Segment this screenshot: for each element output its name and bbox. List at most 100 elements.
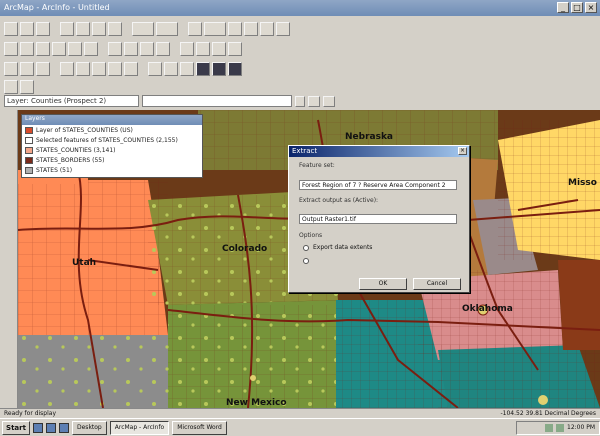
quicklaunch-desktop-icon[interactable] [59,422,69,433]
feature-set-select[interactable]: Forest Region of 7 ? Reserve Area Compon… [299,180,457,190]
buffer-icon[interactable] [124,62,138,76]
map-label-new-mexico: New Mexico [226,398,287,408]
rectangle-icon[interactable] [212,42,226,56]
identify-icon[interactable] [124,42,138,56]
map-label-utah: Utah [72,258,97,268]
layer-swatch [25,166,33,174]
overview-icon[interactable] [20,80,34,94]
python-icon[interactable] [260,22,274,36]
minimize-button[interactable]: _ [557,2,569,13]
task-button-word[interactable]: Microsoft Word [172,420,227,435]
new-icon[interactable] [4,22,18,36]
zoom-in-icon[interactable] [4,42,18,56]
window-title: ArcMap - ArcInfo - Untitled [4,3,110,12]
clear-icon[interactable] [323,95,335,107]
rotate-icon[interactable] [60,62,74,76]
merge-icon[interactable] [108,62,122,76]
attribute-icon[interactable] [148,62,162,76]
radio-icon [303,258,309,264]
editor-icon[interactable] [228,22,242,36]
redo-icon[interactable] [156,22,178,36]
layer-swatch [25,146,33,154]
map-label-colorado: Colorado [222,244,268,254]
maximize-button[interactable]: □ [571,2,583,13]
select-icon[interactable] [108,42,122,56]
pan-icon[interactable] [36,42,50,56]
map-label-oklahoma: Oklahoma [462,304,513,314]
split-icon[interactable] [92,62,106,76]
layer-swatch [25,126,33,134]
undo-icon[interactable] [132,22,154,36]
radio-icon [303,244,309,251]
refresh-icon[interactable] [4,80,18,94]
add-data-icon[interactable] [188,22,202,36]
task-button-desktop[interactable]: Desktop [72,420,107,435]
quicklaunch-outlook-icon[interactable] [46,422,56,433]
text-icon[interactable] [196,42,210,56]
options-label: Options [299,232,323,239]
volume-icon[interactable] [545,423,553,432]
back-icon[interactable] [68,42,82,56]
draw-icon[interactable] [180,42,194,56]
layer-label: STATES_BORDERS (55) [36,156,105,164]
edit-tool-icon[interactable] [4,62,18,76]
layer-item[interactable]: Selected features of STATES_COUNTIES (2,… [22,135,202,145]
layer-item[interactable]: STATES_COUNTIES (3,141) [22,145,202,155]
input-label: Feature set: [299,162,335,169]
toolbar-standard [0,20,600,38]
clock: 12:00 PM [567,424,595,431]
toolbox-icon[interactable] [244,22,258,36]
radio-export-extents[interactable]: Export data extents [303,244,372,251]
measure-icon[interactable] [156,42,170,56]
zoom-out-icon[interactable] [20,42,34,56]
dialog-title: Extract [289,146,469,157]
cancel-button[interactable]: Cancel [413,278,461,290]
radio-label: Export data extents [313,244,373,251]
dropdown-arrow-icon[interactable] [295,95,305,107]
3d-icon[interactable] [212,62,226,76]
find-icon[interactable] [140,42,154,56]
map-label-nebraska: Nebraska [345,132,394,142]
status-bar: Ready for display -104.52 39.81 Decimal … [0,408,600,418]
toolbar-tools [0,40,600,58]
network-icon[interactable] [556,423,564,432]
layer-item[interactable]: STATES (51) [22,165,202,175]
radio-option-2[interactable] [303,258,313,264]
output-field[interactable]: Output Raster1.tif [299,214,457,224]
ok-button[interactable]: OK [359,278,407,290]
task-button-arcmap[interactable]: ArcMap - ArcInfo [109,420,170,435]
layer-label: STATES (51) [36,166,73,174]
line-icon[interactable] [228,42,242,56]
save-icon[interactable] [36,22,50,36]
paste-icon[interactable] [108,22,122,36]
layer-label: STATES_COUNTIES (3,141) [36,146,116,154]
raster-icon[interactable] [196,62,210,76]
vertical-toolbar [0,110,18,408]
forward-icon[interactable] [84,42,98,56]
open-icon[interactable] [20,22,34,36]
snap-icon[interactable] [76,62,90,76]
layout-icon[interactable] [180,62,194,76]
layer-selector-combo[interactable]: Layer: Counties (Prospect 2) [4,95,139,107]
close-button[interactable]: × [585,2,597,13]
map-label-missouri: Misso [568,178,597,188]
dialog-close-button[interactable]: × [458,147,467,155]
output-label: Extract output as (Active): [299,197,379,204]
start-button[interactable]: Start [2,420,30,435]
layer-item[interactable]: STATES_BORDERS (55) [22,155,202,165]
coordinates-readout: -104.52 39.81 Decimal Degrees [500,410,597,417]
label-icon[interactable] [164,62,178,76]
help-icon[interactable] [276,22,290,36]
secondary-combo[interactable] [142,95,292,107]
quicklaunch-ie-icon[interactable] [33,422,43,433]
spatial-analyst-icon[interactable] [228,62,242,76]
vertex-icon[interactable] [36,62,50,76]
layer-item[interactable]: Layer of STATES_COUNTIES (US) [22,125,202,135]
cut-icon[interactable] [76,22,90,36]
sketch-icon[interactable] [20,62,34,76]
copy-icon[interactable] [92,22,106,36]
full-extent-icon[interactable] [52,42,66,56]
apply-icon[interactable] [308,95,320,107]
scale-icon[interactable] [204,22,226,36]
print-icon[interactable] [60,22,74,36]
